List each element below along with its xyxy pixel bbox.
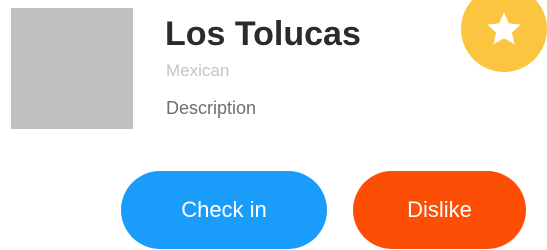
restaurant-image-placeholder bbox=[11, 8, 133, 129]
restaurant-description: Description bbox=[166, 98, 257, 118]
dislike-label: Dislike bbox=[407, 197, 472, 222]
check-in-button[interactable]: Check in bbox=[121, 171, 327, 249]
check-in-label: Check in bbox=[181, 197, 267, 222]
dislike-button[interactable]: Dislike bbox=[353, 171, 526, 249]
star-icon bbox=[485, 11, 523, 48]
restaurant-name: Los Tolucas bbox=[165, 15, 361, 53]
restaurant-cuisine: Mexican bbox=[166, 61, 230, 80]
favorite-button[interactable] bbox=[461, 0, 547, 72]
restaurant-card: Los Tolucas Mexican Description Check in… bbox=[0, 0, 547, 250]
